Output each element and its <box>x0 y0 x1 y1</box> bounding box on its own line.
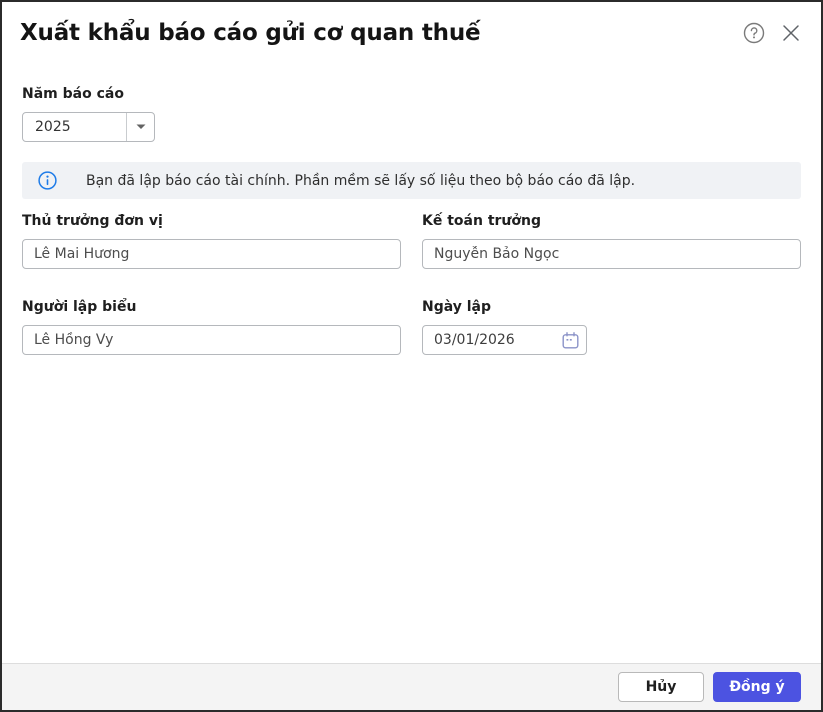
year-dropdown[interactable]: 2025 <box>22 112 155 142</box>
dialog-body: Năm báo cáo 2025 Bạn đã lập báo cáo tà <box>2 86 821 355</box>
year-section: Năm báo cáo 2025 <box>22 86 801 142</box>
year-dropdown-arrow-zone[interactable] <box>126 113 154 141</box>
director-input[interactable] <box>22 239 401 269</box>
date-picker <box>422 325 587 355</box>
field-created-date: Ngày lập <box>422 299 801 355</box>
close-x-icon <box>780 22 802 44</box>
header-icons <box>742 18 803 45</box>
director-label: Thủ trưởng đơn vị <box>22 213 401 230</box>
help-circle-icon <box>743 22 765 44</box>
ok-button[interactable]: Đồng ý <box>713 672 801 702</box>
help-icon[interactable] <box>742 21 766 45</box>
dialog-title: Xuất khẩu báo cáo gửi cơ quan thuế <box>20 18 742 48</box>
preparer-input[interactable] <box>22 325 401 355</box>
info-circle-icon <box>38 171 57 190</box>
close-icon[interactable] <box>779 21 803 45</box>
year-dropdown-value: 2025 <box>23 113 126 141</box>
chief-accountant-label: Kế toán trưởng <box>422 213 801 230</box>
field-chief-accountant: Kế toán trưởng <box>422 213 801 269</box>
cancel-button[interactable]: Hủy <box>618 672 704 702</box>
created-date-label: Ngày lập <box>422 299 801 316</box>
chief-accountant-input[interactable] <box>422 239 801 269</box>
fields-grid: Thủ trưởng đơn vị Kế toán trưởng Người l… <box>22 213 801 355</box>
info-banner-text: Bạn đã lập báo cáo tài chính. Phần mềm s… <box>86 173 635 189</box>
dialog-header: Xuất khẩu báo cáo gửi cơ quan thuế <box>2 2 821 48</box>
calendar-icon[interactable] <box>560 330 580 350</box>
preparer-label: Người lập biểu <box>22 299 401 316</box>
info-banner: Bạn đã lập báo cáo tài chính. Phần mềm s… <box>22 162 801 199</box>
year-label: Năm báo cáo <box>22 86 801 103</box>
field-director: Thủ trưởng đơn vị <box>22 213 401 269</box>
field-preparer: Người lập biểu <box>22 299 401 355</box>
dialog-footer: Hủy Đồng ý <box>2 663 821 710</box>
chevron-down-icon <box>136 124 146 130</box>
export-report-dialog: Xuất khẩu báo cáo gửi cơ quan thuế Năm b… <box>0 0 823 712</box>
